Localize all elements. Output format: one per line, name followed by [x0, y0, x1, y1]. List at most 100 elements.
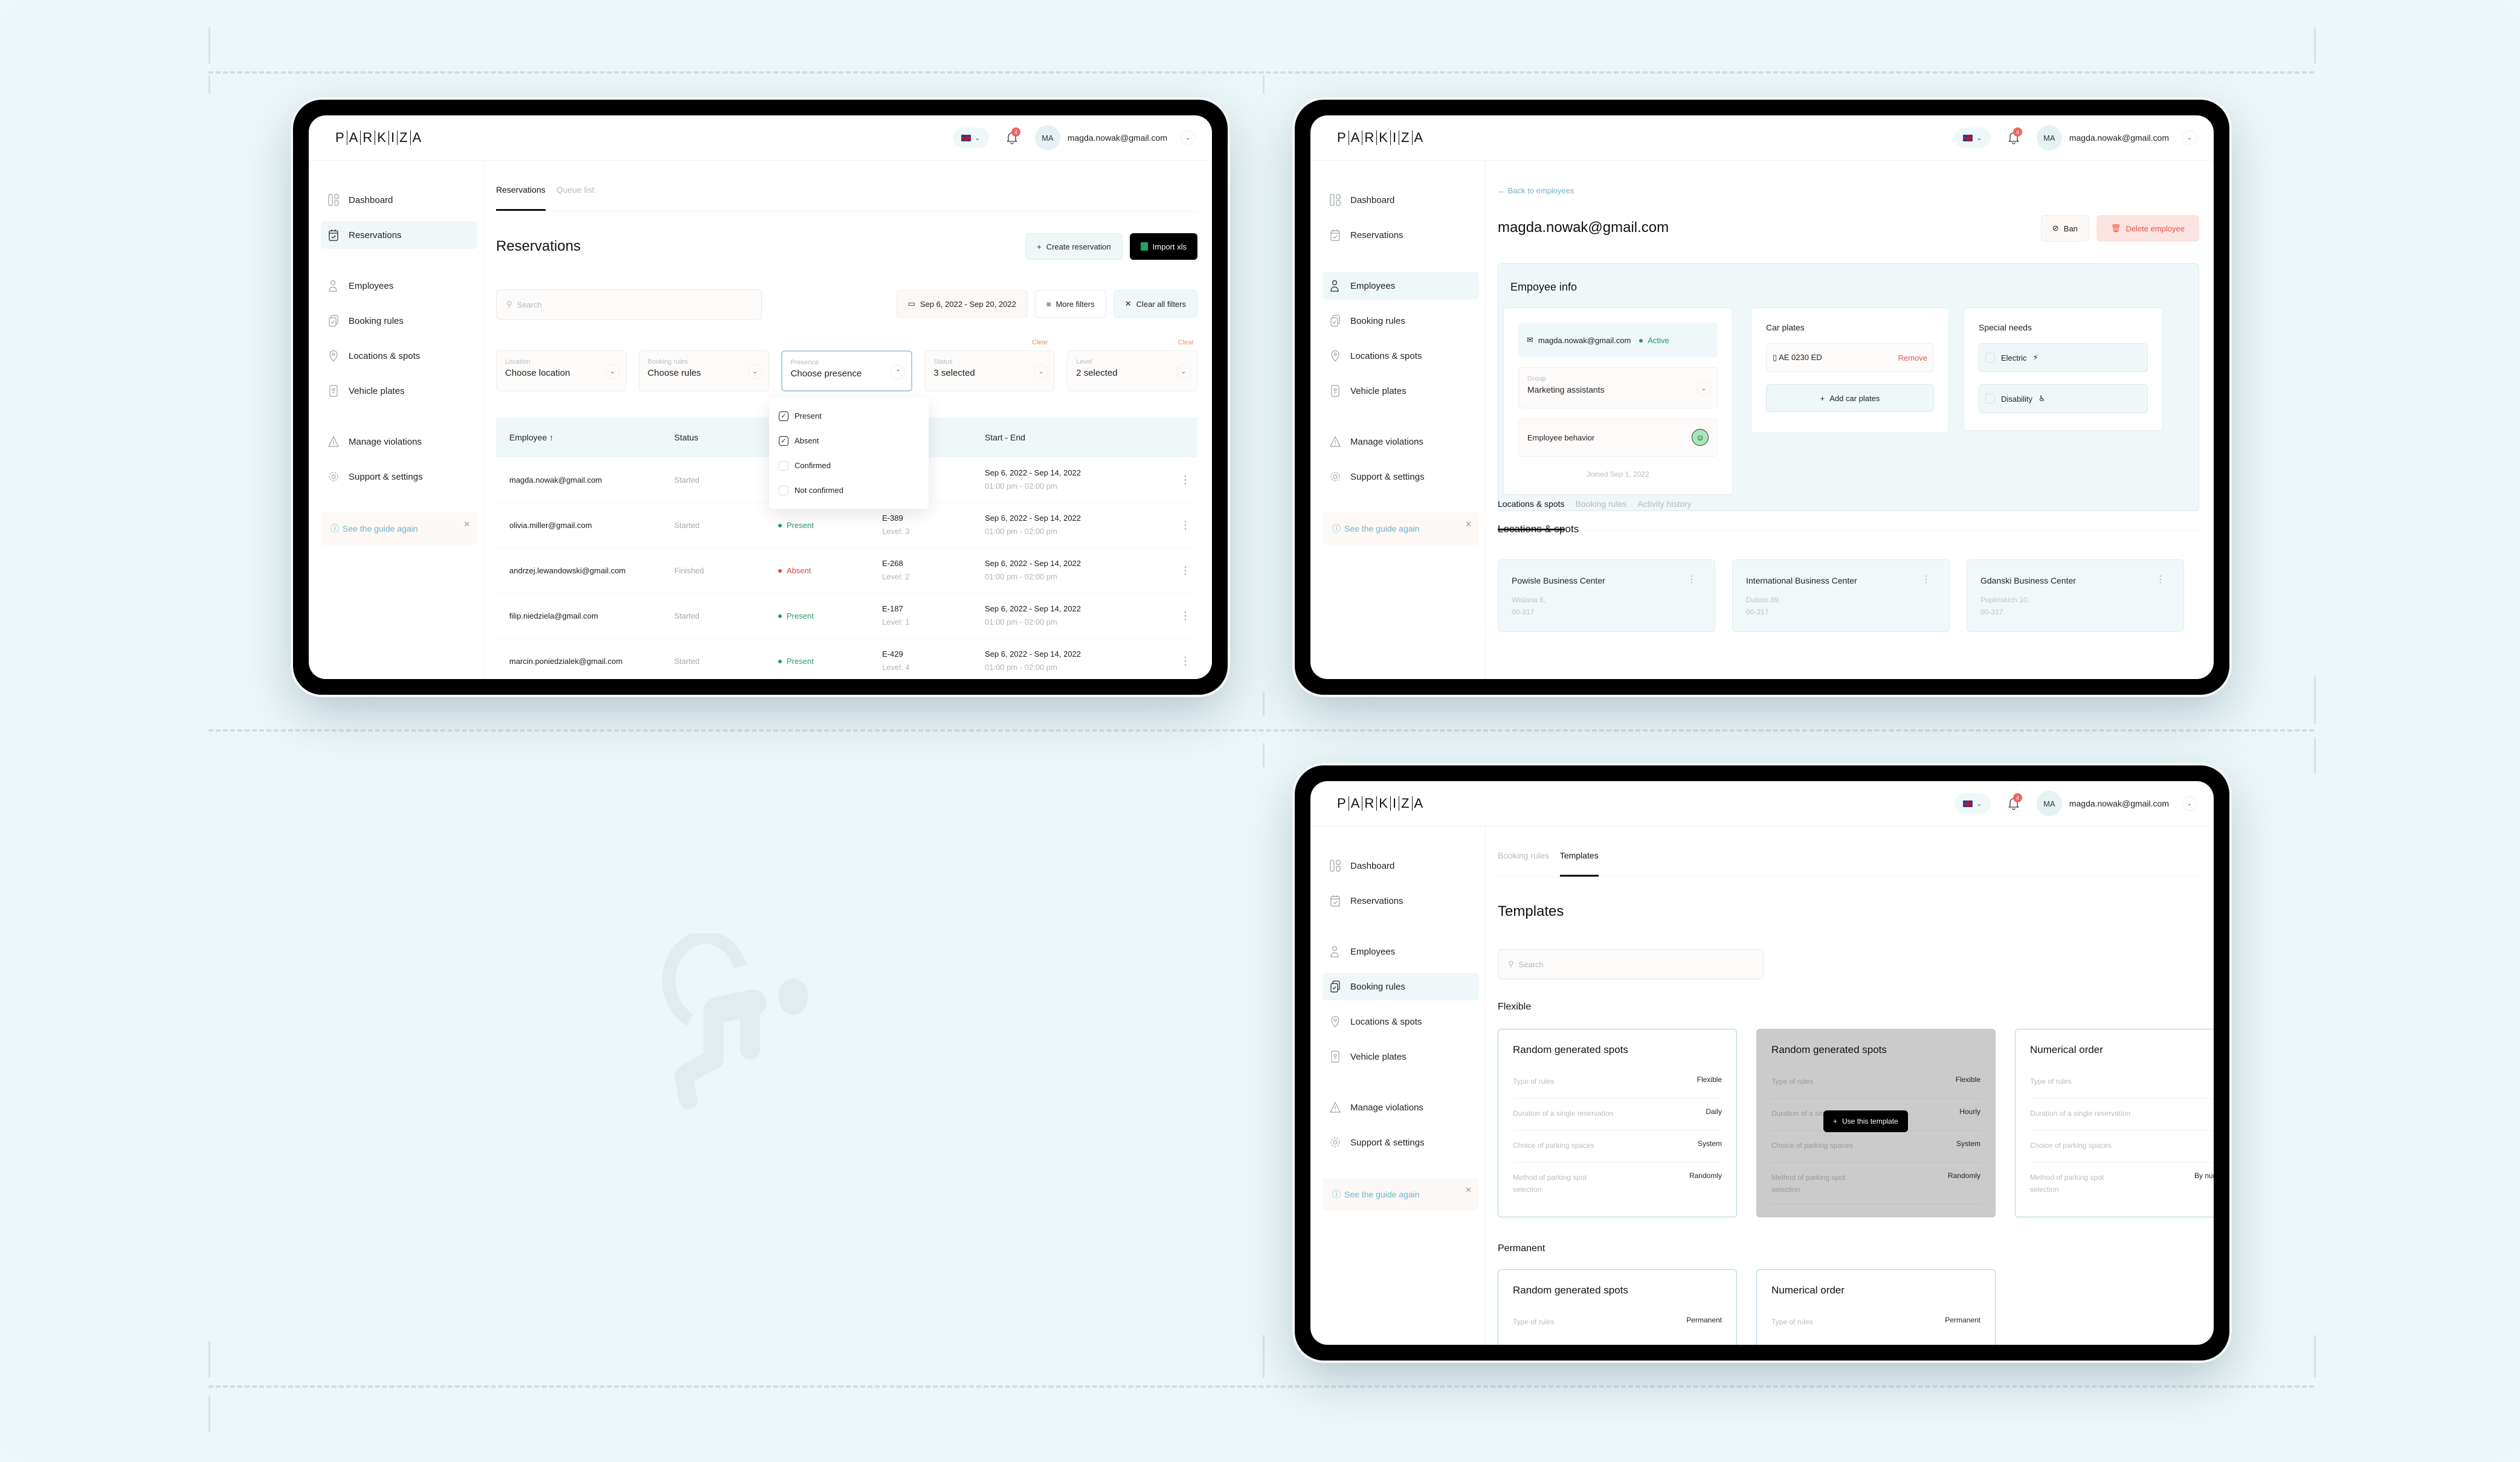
sidebar-item-dashboard[interactable]: Dashboard — [1323, 852, 1479, 880]
language-selector[interactable]: ⌄ — [952, 127, 989, 148]
notifications-button[interactable]: 4 — [2004, 793, 2023, 814]
more-vertical-icon[interactable]: ⋮ — [1173, 474, 1197, 486]
presence-option-present[interactable]: ✓ Present — [779, 404, 919, 428]
location-card[interactable]: Gdanski Business Center Poplinskich 10, 00… — [1967, 559, 2184, 632]
location-card[interactable]: Powisle Business Center Wiślana 8, 00-317 ⋮ — [1498, 559, 1715, 632]
date-range-picker[interactable]: ▭ Sep 6, 2022 - Sep 20, 2022 — [896, 290, 1028, 318]
avatar[interactable]: MA — [2036, 125, 2062, 150]
sidebar-item-locations[interactable]: Locations & spots — [1323, 1008, 1479, 1035]
checkbox[interactable] — [779, 485, 788, 495]
remove-plate-button[interactable]: Remove — [1898, 353, 1927, 362]
tab-queue-list[interactable]: Queue list — [556, 185, 595, 211]
special-need-disability[interactable]: Disability ♿ — [1979, 384, 2148, 413]
guide-link[interactable]: See the guide again — [1344, 524, 1420, 533]
table-row[interactable]: andrzej.lewandowski@gmail.com Finished Abs… — [496, 548, 1197, 593]
sidebar-item-reservations[interactable]: Reservations — [1323, 221, 1479, 249]
user-menu-chevron[interactable]: ⌄ — [2182, 130, 2197, 145]
status-filter[interactable]: Status 3 selected ⌄ — [924, 350, 1055, 391]
close-icon[interactable]: ✕ — [1465, 520, 1472, 529]
presence-option-confirmed[interactable]: Confirmed — [779, 453, 919, 478]
template-card[interactable]: Numerical order Type of rules Permanent — [1756, 1269, 1996, 1345]
user-menu-chevron[interactable]: ⌄ — [1181, 130, 1195, 145]
sidebar-item-settings[interactable]: Support & settings — [1323, 1129, 1479, 1156]
tab-reservations[interactable]: Reservations — [496, 185, 546, 211]
back-to-employees-link[interactable]: ← Back to employees — [1498, 186, 2199, 195]
search-input[interactable]: ⚲ Search — [496, 289, 762, 320]
clear-status-link[interactable]: Clear — [1032, 339, 1048, 346]
checkbox-checked[interactable]: ✓ — [779, 411, 788, 421]
guide-banner[interactable]: ⓘ See the guide again ✕ — [1323, 512, 1479, 545]
more-vertical-icon[interactable]: ⋮ — [1173, 564, 1197, 577]
sidebar-item-vehicle-plates[interactable]: Vehicle plates — [1323, 377, 1479, 405]
more-vertical-icon[interactable]: ⋮ — [1173, 610, 1197, 622]
checkbox[interactable] — [1985, 394, 1995, 404]
checkbox[interactable] — [779, 460, 788, 471]
sidebar-item-locations[interactable]: Locations & spots — [321, 342, 477, 370]
column-employee[interactable]: Employee ↑ — [496, 433, 674, 442]
delete-employee-button[interactable]: 🗑 Delete employee — [2096, 215, 2199, 242]
avatar[interactable]: MA — [1034, 125, 1060, 150]
notifications-button[interactable]: 4 — [1002, 127, 1022, 148]
location-filter[interactable]: Location Choose location ⌄ — [496, 350, 627, 391]
parkiza-logo[interactable]: PARKIZA — [335, 130, 424, 145]
checkbox-checked[interactable]: ✓ — [779, 436, 788, 446]
checkbox[interactable] — [1985, 353, 1995, 362]
close-icon[interactable]: ✕ — [463, 520, 470, 529]
create-reservation-button[interactable]: + Create reservation — [1025, 233, 1123, 260]
tab-activity-history[interactable]: Activity history — [1637, 499, 1691, 530]
use-template-button[interactable]: + Use this template — [1823, 1110, 1908, 1132]
guide-link[interactable]: See the guide again — [343, 524, 418, 533]
close-icon[interactable]: ✕ — [1465, 1185, 1472, 1195]
clear-all-filters-button[interactable]: ✕ Clear all filters — [1113, 290, 1197, 318]
sidebar-item-locations[interactable]: Locations & spots — [1323, 342, 1479, 370]
more-vertical-icon[interactable]: ⋮ — [1173, 519, 1197, 532]
sidebar-item-violations[interactable]: Manage violations — [1323, 1093, 1479, 1121]
template-card[interactable]: Random generated spots Type of rules Perm… — [1498, 1269, 1737, 1345]
location-card[interactable]: International Business Center Dubois 89, 0… — [1732, 559, 1950, 632]
tab-templates[interactable]: Templates — [1559, 851, 1599, 877]
level-filter[interactable]: Level 2 selected ⌄ — [1067, 350, 1197, 391]
column-start-end[interactable]: Start - End — [985, 431, 1173, 444]
tab-booking-rules[interactable]: Booking rules — [1498, 851, 1549, 877]
special-need-electric[interactable]: Electric ⚡ — [1979, 343, 2148, 372]
more-vertical-icon[interactable]: ⋮ — [2156, 573, 2165, 585]
presence-option-absent[interactable]: ✓ Absent — [779, 428, 919, 453]
group-select[interactable]: Group Marketing assistants ⌄ — [1518, 367, 1718, 408]
sidebar-item-dashboard[interactable]: Dashboard — [1323, 186, 1479, 214]
sidebar-item-settings[interactable]: Support & settings — [321, 463, 477, 491]
more-filters-button[interactable]: ≡ More filters — [1034, 290, 1106, 318]
more-vertical-icon[interactable]: ⋮ — [1173, 655, 1197, 668]
guide-banner[interactable]: ⓘ See the guide again ✕ — [1323, 1178, 1479, 1211]
parkiza-logo[interactable]: PARKIZA — [1337, 130, 1425, 145]
ban-button[interactable]: ⊘ Ban — [2040, 215, 2089, 242]
table-row[interactable]: olivia.miller@gmail.com Started Present E-3… — [496, 503, 1197, 548]
guide-link[interactable]: See the guide again — [1344, 1190, 1420, 1199]
search-input[interactable]: ⚲ Search — [1498, 949, 1764, 979]
presence-filter[interactable]: Presence Choose presence ⌃ — [781, 350, 913, 391]
sidebar-item-booking-rules[interactable]: Booking rules — [1323, 973, 1479, 1000]
column-status[interactable]: Status — [674, 433, 778, 442]
clear-level-link[interactable]: Clear — [1178, 339, 1194, 346]
language-selector[interactable]: ⌄ — [1954, 793, 1991, 814]
parkiza-logo[interactable]: PARKIZA — [1337, 796, 1425, 811]
sidebar-item-reservations[interactable]: Reservations — [1323, 887, 1479, 915]
add-car-plates-button[interactable]: + Add car plates — [1766, 384, 1934, 412]
presence-option-not-confirmed[interactable]: Not confirmed — [779, 478, 919, 503]
tab-booking-rules[interactable]: Booking rules — [1576, 499, 1627, 530]
sidebar-item-employees[interactable]: Employees — [1323, 272, 1479, 300]
avatar[interactable]: MA — [2036, 791, 2062, 816]
template-card-hovered[interactable]: Random generated spots Type of rules Flex… — [1756, 1029, 1996, 1217]
booking-rules-filter[interactable]: Booking rules Choose rules ⌄ — [638, 350, 769, 391]
sidebar-item-booking-rules[interactable]: Booking rules — [321, 307, 477, 335]
more-vertical-icon[interactable]: ⋮ — [1687, 573, 1697, 585]
sidebar-item-employees[interactable]: Employees — [1323, 938, 1479, 965]
template-card[interactable]: Random generated spots Type of rules Flex… — [1498, 1029, 1737, 1217]
sidebar-item-vehicle-plates[interactable]: Vehicle plates — [1323, 1043, 1479, 1071]
more-vertical-icon[interactable]: ⋮ — [1921, 573, 1931, 585]
user-menu-chevron[interactable]: ⌄ — [2182, 796, 2197, 811]
sidebar-item-dashboard[interactable]: Dashboard — [321, 186, 477, 214]
sidebar-item-settings[interactable]: Support & settings — [1323, 463, 1479, 491]
language-selector[interactable]: ⌄ — [1954, 127, 1991, 148]
template-card[interactable]: Numerical order Type of rules Duration o… — [2015, 1029, 2214, 1217]
sidebar-item-vehicle-plates[interactable]: Vehicle plates — [321, 377, 477, 405]
